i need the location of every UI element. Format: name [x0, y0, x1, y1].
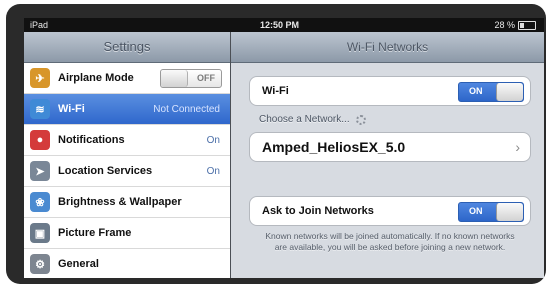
clock: 12:50 PM — [260, 20, 300, 30]
toggle-knob — [496, 203, 523, 221]
wifi-toggle-group: Wi-Fi ON — [249, 76, 531, 106]
ask-to-join-toggle[interactable]: ON — [458, 202, 524, 222]
network-list: Amped_HeliosEX_5.0 › — [249, 132, 531, 162]
sidebar-item-label: Brightness & Wallpaper — [58, 196, 182, 208]
battery-indicator: 28 % — [494, 18, 536, 32]
sidebar-title: Settings — [24, 32, 230, 63]
location-icon: ➤ — [30, 161, 50, 181]
ipad-screen: iPad 12:50 PM 28 % Settings ✈ Airplane M… — [24, 18, 544, 278]
battery-icon — [518, 20, 536, 30]
sidebar-item-label: Location Services — [58, 165, 153, 177]
gear-icon: ⚙ — [30, 254, 50, 274]
toggle-knob — [496, 83, 523, 101]
ask-to-join-footnote: Known networks will be joined automatica… — [265, 231, 515, 252]
battery-fill — [520, 22, 524, 28]
sidebar-item-value: On — [206, 165, 220, 177]
status-bar: iPad 12:50 PM 28 % — [24, 18, 544, 32]
sidebar-item-general[interactable]: ⚙ General — [24, 249, 230, 278]
sidebar-item-airplane-mode[interactable]: ✈ Airplane Mode OFF — [24, 63, 230, 94]
toggle-state: ON — [469, 86, 483, 96]
sidebar-item-value: On — [206, 134, 220, 146]
choose-network-label: Choose a Network... — [259, 114, 350, 125]
battery-percent: 28 % — [494, 20, 515, 30]
sidebar-item-brightness-wallpaper[interactable]: ❀ Brightness & Wallpaper — [24, 187, 230, 218]
sidebar-item-label: Airplane Mode — [58, 72, 134, 84]
loading-spinner-icon — [355, 114, 366, 125]
wifi-row: Wi-Fi ON — [250, 77, 530, 105]
sidebar-item-value: Not Connected — [153, 103, 220, 115]
sidebar-item-wifi[interactable]: ≋ Wi-Fi Not Connected — [24, 94, 230, 125]
settings-sidebar: Settings ✈ Airplane Mode OFF ≋ Wi-Fi Not… — [24, 32, 231, 278]
network-name: Amped_HeliosEX_5.0 — [262, 139, 406, 155]
brightness-icon: ❀ — [30, 192, 50, 212]
ask-to-join-label: Ask to Join Networks — [262, 205, 374, 217]
sidebar-item-label: Picture Frame — [58, 227, 132, 239]
chevron-right-icon[interactable]: › — [515, 139, 520, 155]
wifi-toggle[interactable]: ON — [458, 82, 524, 102]
wifi-row-label: Wi-Fi — [262, 85, 289, 97]
sidebar-item-label: Wi-Fi — [58, 103, 85, 115]
wifi-icon: ≋ — [30, 99, 50, 119]
sidebar-item-location-services[interactable]: ➤ Location Services On — [24, 156, 230, 187]
choose-network-header: Choose a Network... — [259, 114, 366, 125]
page-title: Wi-Fi Networks — [231, 32, 544, 63]
carrier-label: iPad — [30, 20, 49, 30]
toggle-knob — [161, 70, 188, 87]
network-row[interactable]: Amped_HeliosEX_5.0 › — [250, 133, 530, 161]
airplane-mode-toggle[interactable]: OFF — [160, 69, 222, 88]
notifications-icon: ● — [30, 130, 50, 150]
toggle-state: OFF — [197, 73, 215, 83]
sidebar-item-notifications[interactable]: ● Notifications On — [24, 125, 230, 156]
sidebar-item-picture-frame[interactable]: ▣ Picture Frame — [24, 218, 230, 249]
ask-to-join-group: Ask to Join Networks ON — [249, 196, 531, 226]
picture-frame-icon: ▣ — [30, 223, 50, 243]
toggle-state: ON — [469, 206, 483, 216]
sidebar-item-label: General — [58, 258, 99, 270]
sidebar-item-label: Notifications — [58, 134, 125, 146]
ask-to-join-row: Ask to Join Networks ON — [250, 197, 530, 225]
airplane-icon: ✈ — [30, 68, 50, 88]
